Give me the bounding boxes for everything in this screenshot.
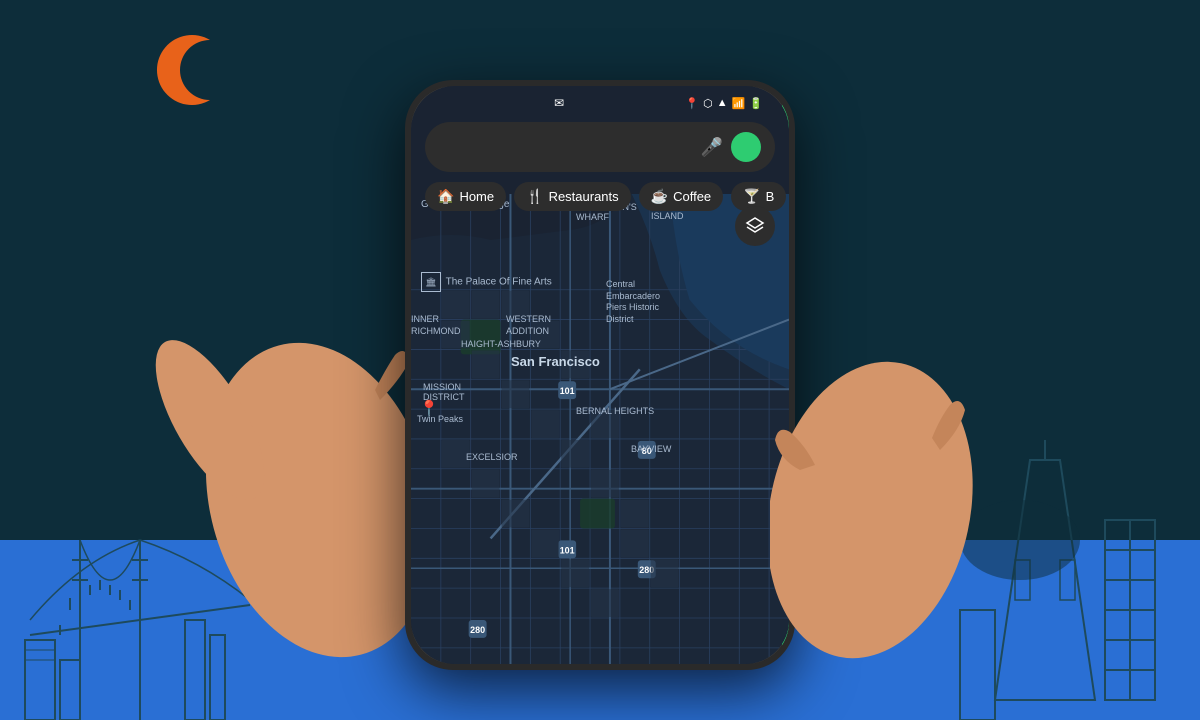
map-area[interactable]: 101 80 101 280 280 [411,194,789,664]
chip-coffee[interactable]: ☕ Coffee [639,182,724,211]
chip-home-label: Home [459,189,494,204]
svg-text:101: 101 [560,545,575,555]
mic-icon[interactable]: 🎤 [701,137,723,158]
bars-chip-icon: 🍸 [743,188,760,205]
location-icon: 📍 [685,97,699,110]
phone-screen: ✉ 📍 ⬡ ▲ 📶 🔋 🎤 🏠 H [411,86,789,664]
wifi-icon: ▲ [717,97,728,109]
phone: ✉ 📍 ⬡ ▲ 📶 🔋 🎤 🏠 H [405,80,795,670]
moon-icon [155,30,235,110]
battery-saver-icon: ⬡ [703,97,713,110]
layers-icon [745,216,765,236]
chip-home[interactable]: 🏠 Home [425,182,506,211]
phone-body: ✉ 📍 ⬡ ▲ 📶 🔋 🎤 🏠 H [405,80,795,670]
svg-text:280: 280 [470,625,485,635]
search-bar[interactable]: 🎤 [425,122,775,172]
chip-restaurants-label: Restaurants [549,189,619,204]
svg-text:101: 101 [560,386,575,396]
coffee-chip-icon: ☕ [651,188,668,205]
user-avatar[interactable] [731,132,761,162]
signal-icon: 📶 [732,97,746,110]
status-bar: ✉ 📍 ⬡ ▲ 📶 🔋 [411,86,789,116]
svg-text:80: 80 [642,446,652,456]
chip-coffee-label: Coffee [673,189,711,204]
restaurant-chip-icon: 🍴 [526,188,543,205]
twin-peaks-pin: 📍 [419,399,439,419]
map-streets: 101 80 101 280 280 [411,194,789,664]
chip-restaurants[interactable]: 🍴 Restaurants [514,182,631,211]
left-hand [140,200,440,660]
home-chip-icon: 🏠 [437,188,454,205]
layers-button[interactable] [735,206,775,246]
battery-icon: 🔋 [749,97,763,110]
chip-bars-label: B [766,189,775,204]
right-hand [770,270,1030,690]
status-icons: 📍 ⬡ ▲ 📶 🔋 [685,97,767,110]
filter-chips: 🏠 Home 🍴 Restaurants ☕ Coffee 🍸 B [411,182,789,211]
message-icon: ✉ [554,96,564,110]
